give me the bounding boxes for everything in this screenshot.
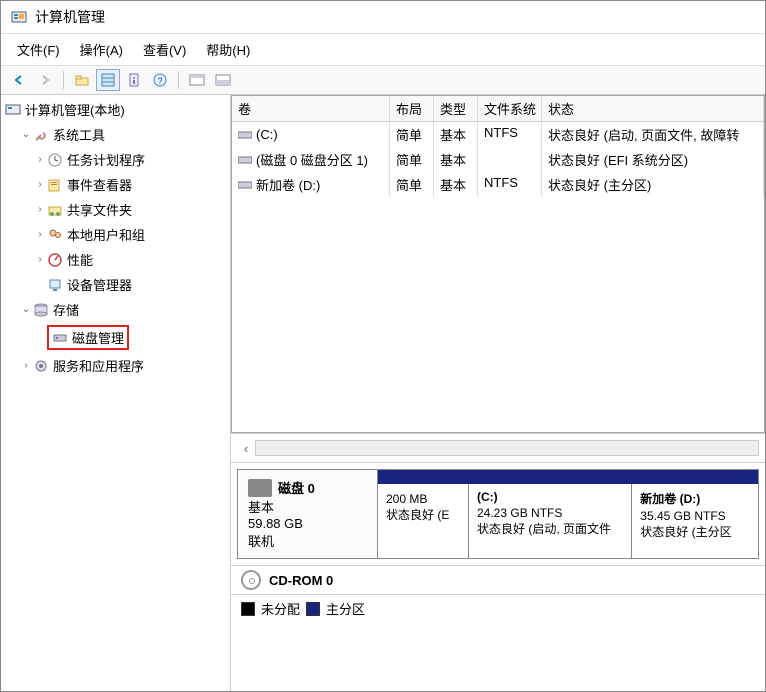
tree-local-users[interactable]: › 本地用户和组: [29, 222, 230, 247]
tree-storage[interactable]: ⌄ 存储: [15, 297, 230, 322]
menu-file[interactable]: 文件(F): [9, 38, 68, 61]
disk-row: 磁盘 0 基本 59.88 GB 联机 200 MB 状态良好 (E: [237, 469, 759, 559]
toolbar-view-a[interactable]: [185, 69, 209, 91]
users-icon: [47, 227, 63, 243]
tree-task-scheduler[interactable]: › 任务计划程序: [29, 147, 230, 172]
disk-info[interactable]: 磁盘 0 基本 59.88 GB 联机: [237, 469, 377, 559]
disk-mgmt-icon: [52, 330, 68, 346]
expand-icon[interactable]: ›: [33, 254, 47, 265]
expand-icon[interactable]: ›: [33, 229, 47, 240]
disk-icon: [248, 479, 272, 497]
tree-root[interactable]: 计算机管理(本地): [1, 97, 230, 122]
view-list-button[interactable]: [96, 69, 120, 91]
swatch-unallocated: [241, 602, 255, 616]
tree-event-viewer[interactable]: › 事件查看器: [29, 172, 230, 197]
main-area: 计算机管理(本地) ⌄ 系统工具 › 任务计划程序 ›: [1, 95, 765, 691]
partition-c[interactable]: (C:) 24.23 GB NTFS 状态良好 (启动, 页面文件: [468, 484, 631, 558]
collapse-icon[interactable]: ⌄: [19, 129, 33, 140]
expand-icon[interactable]: ›: [19, 360, 33, 371]
storage-icon: [33, 302, 49, 318]
tree-system-tools[interactable]: ⌄ 系统工具: [15, 122, 230, 147]
menu-view[interactable]: 查看(V): [135, 38, 194, 61]
cdrom-label: CD-ROM 0: [269, 573, 333, 588]
tree-shared-folders[interactable]: › 共享文件夹: [29, 197, 230, 222]
volume-table-body[interactable]: (C:) 简单 基本 NTFS 状态良好 (启动, 页面文件, 故障转 (磁盘 …: [232, 122, 764, 432]
col-filesystem[interactable]: 文件系统: [478, 96, 542, 121]
titlebar: 计算机管理: [1, 1, 765, 34]
tools-icon: [33, 127, 49, 143]
volume-row[interactable]: (磁盘 0 磁盘分区 1) 简单 基本 状态良好 (EFI 系统分区): [232, 147, 764, 172]
partition-efi[interactable]: 200 MB 状态良好 (E: [378, 484, 468, 558]
scroll-left-icon[interactable]: ‹: [237, 441, 255, 456]
drive-icon: [238, 180, 252, 190]
tree-services-apps[interactable]: › 服务和应用程序: [15, 353, 230, 378]
legend: 未分配 主分区: [231, 594, 765, 622]
disk-partitions: 200 MB 状态良好 (E (C:) 24.23 GB NTFS 状态良好 (…: [377, 469, 759, 559]
tree-device-manager[interactable]: 设备管理器: [29, 272, 230, 297]
col-type[interactable]: 类型: [434, 96, 478, 121]
legend-unallocated-label: 未分配: [261, 599, 300, 618]
menu-help[interactable]: 帮助(H): [198, 38, 258, 61]
properties-button[interactable]: [122, 69, 146, 91]
disk-graphical-view: 磁盘 0 基本 59.88 GB 联机 200 MB 状态良好 (E: [231, 462, 765, 691]
clock-icon: [47, 152, 63, 168]
menubar: 文件(F) 操作(A) 查看(V) 帮助(H): [1, 34, 765, 66]
app-icon: [11, 9, 27, 25]
content-pane: 卷 布局 类型 文件系统 状态 (C:) 简单 基本 NTFS 状态良好 (启动…: [231, 95, 765, 691]
window-title: 计算机管理: [35, 7, 105, 27]
swatch-primary: [306, 602, 320, 616]
volume-row[interactable]: 新加卷 (D:) 简单 基本 NTFS 状态良好 (主分区): [232, 172, 764, 197]
disk-header-bar: [378, 470, 758, 484]
drive-icon: [238, 130, 252, 140]
col-volume[interactable]: 卷: [232, 96, 390, 121]
sidebar-tree[interactable]: 计算机管理(本地) ⌄ 系统工具 › 任务计划程序 ›: [1, 95, 231, 691]
menu-action[interactable]: 操作(A): [72, 38, 131, 61]
forward-button[interactable]: [33, 69, 57, 91]
col-status[interactable]: 状态: [542, 96, 764, 121]
expand-icon[interactable]: ›: [33, 154, 47, 165]
back-button[interactable]: [7, 69, 31, 91]
svg-text:?: ?: [157, 76, 162, 86]
help-button[interactable]: ?: [148, 69, 172, 91]
scroll-track[interactable]: [255, 440, 759, 456]
cdrom-icon: [241, 570, 261, 590]
computer-icon: [5, 102, 21, 118]
up-button[interactable]: [70, 69, 94, 91]
tree-disk-management[interactable]: 磁盘管理: [29, 322, 230, 353]
collapse-icon[interactable]: ⌄: [19, 304, 33, 315]
folder-share-icon: [47, 202, 63, 218]
partition-d[interactable]: 新加卷 (D:) 35.45 GB NTFS 状态良好 (主分区: [631, 484, 758, 558]
device-icon: [47, 277, 63, 293]
volume-row[interactable]: (C:) 简单 基本 NTFS 状态良好 (启动, 页面文件, 故障转: [232, 122, 764, 147]
volume-table-header: 卷 布局 类型 文件系统 状态: [232, 96, 764, 122]
expand-icon[interactable]: ›: [33, 204, 47, 215]
tree-performance[interactable]: › 性能: [29, 247, 230, 272]
cdrom-row[interactable]: CD-ROM 0: [231, 565, 765, 594]
expand-icon[interactable]: ›: [33, 179, 47, 190]
services-icon: [33, 358, 49, 374]
volume-table: 卷 布局 类型 文件系统 状态 (C:) 简单 基本 NTFS 状态良好 (启动…: [231, 95, 765, 433]
event-icon: [47, 177, 63, 193]
legend-primary-label: 主分区: [326, 599, 365, 618]
toolbar-view-b[interactable]: [211, 69, 235, 91]
performance-icon: [47, 252, 63, 268]
hscrollbar[interactable]: ‹: [231, 433, 765, 462]
toolbar: ?: [1, 66, 765, 95]
col-layout[interactable]: 布局: [390, 96, 434, 121]
drive-icon: [238, 155, 252, 165]
selected-highlight: 磁盘管理: [47, 325, 129, 350]
